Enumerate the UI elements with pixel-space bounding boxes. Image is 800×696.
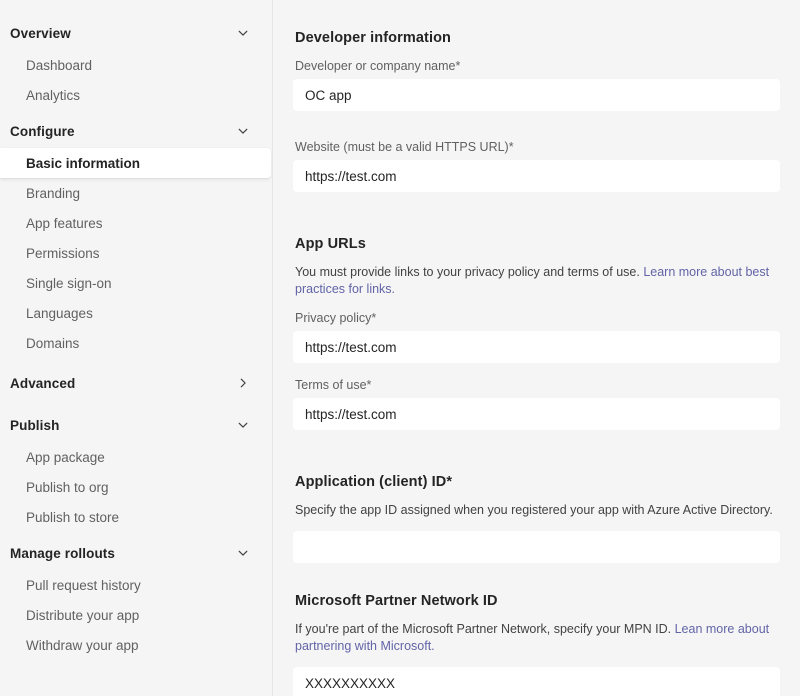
sidebar-item-pull-request-history[interactable]: Pull request history [0, 570, 271, 600]
sidebar-item-app-package[interactable]: App package [0, 442, 271, 472]
section-description-microsoft-partner-network-id: If you're part of the Microsoft Partner … [295, 621, 780, 655]
sidebar-item-label: Languages [26, 305, 93, 321]
microsoft-partner-network-id-input[interactable] [293, 667, 780, 696]
section-description-app-urls: You must provide links to your privacy p… [295, 264, 780, 298]
sidebar-item-languages[interactable]: Languages [0, 298, 271, 328]
sidebar-item-label: App features [26, 215, 103, 231]
section-description-application-client-id: Specify the app ID assigned when you reg… [295, 503, 773, 517]
label-terms-of-use: Terms of use* [295, 378, 372, 392]
sidebar-item-label: Single sign-on [26, 275, 112, 291]
section-app-urls: App URLs You must provide links to your … [293, 236, 780, 430]
chevron-down-icon[interactable] [236, 546, 250, 560]
sidebar-item-single-sign-on[interactable]: Single sign-on [0, 268, 271, 298]
section-title-developer-information: Developer information [295, 30, 451, 46]
sidebar-item-label: Publish to org [26, 479, 109, 495]
app-root: Overview Dashboard Analytics Configure B… [0, 0, 800, 696]
sidebar-item-domains[interactable]: Domains [0, 328, 271, 358]
nav-group-manage-rollouts: Manage rollouts Pull request history Dis… [0, 536, 272, 660]
section-application-client-id: Application (client) ID* Specify the app… [293, 474, 780, 563]
sidebar-section-overview[interactable]: Overview [0, 16, 272, 50]
sidebar-item-label: Pull request history [26, 577, 141, 593]
sidebar-item-label: Branding [26, 185, 81, 201]
website-input[interactable] [293, 160, 780, 192]
sidebar-section-manage-rollouts[interactable]: Manage rollouts [0, 536, 272, 570]
sidebar-item-label: Analytics [26, 87, 81, 103]
chevron-down-icon[interactable] [236, 418, 250, 432]
sidebar-item-permissions[interactable]: Permissions [0, 238, 271, 268]
sidebar-section-label: Configure [10, 123, 75, 139]
field-terms-of-use: Terms of use* [293, 377, 780, 430]
sidebar-item-label: App package [26, 449, 105, 465]
sidebar-item-publish-to-org[interactable]: Publish to org [0, 472, 271, 502]
company-name-input[interactable] [293, 79, 780, 111]
sidebar-section-advanced[interactable]: Advanced [0, 366, 272, 400]
privacy-policy-input[interactable] [293, 331, 780, 363]
sidebar-item-dashboard[interactable]: Dashboard [0, 50, 271, 80]
main-content: Developer information Developer or compa… [273, 0, 800, 696]
sidebar-item-label: Permissions [26, 245, 100, 261]
sidebar-item-distribute-your-app[interactable]: Distribute your app [0, 600, 271, 630]
sidebar-section-label: Advanced [10, 375, 76, 391]
sidebar-section-label: Overview [10, 25, 71, 41]
sidebar-item-label: Basic information [26, 155, 141, 171]
sidebar-item-publish-to-store[interactable]: Publish to store [0, 502, 271, 532]
sidebar-item-label: Distribute your app [26, 607, 140, 623]
chevron-right-icon[interactable] [236, 376, 250, 390]
terms-of-use-input[interactable] [293, 398, 780, 430]
nav-group-advanced: Advanced [0, 366, 272, 400]
sidebar-item-app-features[interactable]: App features [0, 208, 271, 238]
nav-group-overview: Overview Dashboard Analytics [0, 16, 272, 110]
sidebar-item-label: Withdraw your app [26, 637, 139, 653]
chevron-down-icon[interactable] [236, 26, 250, 40]
section-title-application-client-id: Application (client) ID* [295, 474, 453, 490]
nav-group-configure: Configure Basic information Branding App… [0, 114, 272, 358]
label-website: Website (must be a valid HTTPS URL)* [295, 140, 514, 154]
section-title-app-urls: App URLs [295, 236, 366, 252]
sidebar-section-configure[interactable]: Configure [0, 114, 272, 148]
field-company-name: Developer or company name* [293, 58, 780, 111]
field-website: Website (must be a valid HTTPS URL)* [293, 139, 780, 192]
app-urls-description-text: You must provide links to your privacy p… [295, 265, 644, 279]
sidebar-item-label: Dashboard [26, 57, 93, 73]
sidebar-item-withdraw-your-app[interactable]: Withdraw your app [0, 630, 271, 660]
sidebar-item-label: Publish to store [26, 509, 120, 525]
sidebar-section-label: Manage rollouts [10, 545, 116, 561]
section-microsoft-partner-network-id: Microsoft Partner Network ID If you're p… [293, 593, 780, 696]
sidebar-section-publish[interactable]: Publish [0, 408, 272, 442]
sidebar: Overview Dashboard Analytics Configure B… [0, 0, 273, 696]
sidebar-item-analytics[interactable]: Analytics [0, 80, 271, 110]
sidebar-section-label: Publish [10, 417, 60, 433]
sidebar-item-branding[interactable]: Branding [0, 178, 271, 208]
section-title-microsoft-partner-network-id: Microsoft Partner Network ID [295, 593, 498, 609]
label-privacy-policy: Privacy policy* [295, 311, 377, 325]
sidebar-item-basic-information[interactable]: Basic information [0, 148, 271, 178]
nav-group-publish: Publish App package Publish to org Publi… [0, 408, 272, 532]
section-developer-information: Developer information Developer or compa… [293, 30, 780, 192]
field-privacy-policy: Privacy policy* [293, 310, 780, 363]
mpn-description-text: If you're part of the Microsoft Partner … [295, 622, 675, 636]
sidebar-item-label: Domains [26, 335, 80, 351]
chevron-down-icon[interactable] [236, 124, 250, 138]
application-client-id-input[interactable] [293, 531, 780, 563]
label-company-name: Developer or company name* [295, 59, 461, 73]
